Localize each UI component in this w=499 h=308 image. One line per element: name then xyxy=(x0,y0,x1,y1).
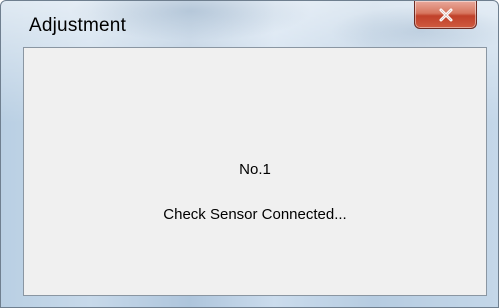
close-button[interactable] xyxy=(414,1,477,29)
close-icon xyxy=(415,1,476,28)
window-title: Adjustment xyxy=(29,15,127,36)
title-bar[interactable]: Adjustment xyxy=(1,1,498,47)
step-number-label: No.1 xyxy=(239,161,271,178)
status-message: Check Sensor Connected... xyxy=(163,206,347,223)
dialog-content: No.1 Check Sensor Connected... xyxy=(23,47,487,296)
adjustment-dialog: Adjustment No.1 Check Sensor Connected..… xyxy=(0,0,499,308)
